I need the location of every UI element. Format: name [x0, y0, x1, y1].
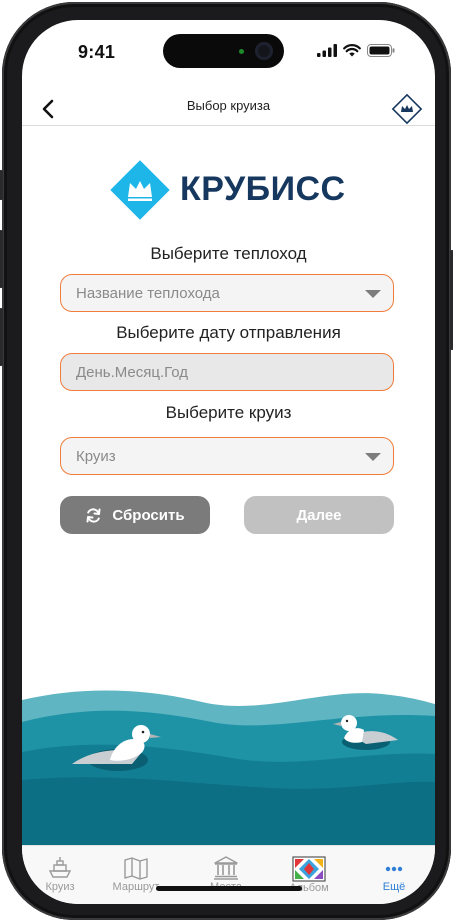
page-title: Выбор круиза	[186, 98, 271, 113]
volume-down-button	[0, 308, 3, 366]
reset-button[interactable]: Сбросить	[60, 496, 210, 534]
wifi-icon	[343, 44, 361, 57]
next-button[interactable]: Далее	[244, 496, 394, 534]
nav-bar: Выбор круиза	[22, 92, 435, 126]
brand-logo-icon	[110, 160, 170, 220]
brand-header: КРУБИСС	[110, 160, 350, 220]
home-indicator[interactable]	[156, 886, 302, 891]
sea-illustration	[22, 690, 435, 845]
date-input-placeholder: День.Месяц.Год	[76, 363, 189, 381]
status-icons	[317, 44, 395, 57]
battery-icon	[367, 44, 395, 57]
status-time: 9:41	[78, 42, 116, 62]
museum-icon	[214, 856, 238, 880]
reset-button-label: Сбросить	[112, 506, 185, 524]
cruise-label: Выберите круиз	[165, 403, 292, 422]
screen: 9:41 Выбор круиза КРУБИСС Выберите тепло…	[22, 20, 435, 904]
next-button-label: Далее	[296, 506, 342, 524]
date-input[interactable]: День.Месяц.Год	[60, 353, 394, 391]
ship-select[interactable]: Название теплохода	[60, 274, 394, 312]
status-bar: 9:41	[22, 20, 435, 90]
chevron-down-icon	[365, 453, 381, 461]
tab-cruise-label: Круиз	[45, 881, 75, 893]
more-icon	[385, 866, 403, 872]
ship-select-placeholder: Название теплохода	[76, 284, 220, 302]
dynamic-island	[163, 34, 284, 68]
tab-more-label: Ещё	[382, 881, 406, 893]
chevron-down-icon	[365, 290, 381, 298]
privacy-indicator	[239, 49, 244, 54]
ship-icon	[48, 857, 72, 878]
refresh-icon	[86, 507, 101, 523]
brand-logo-icon[interactable]	[391, 93, 423, 125]
map-icon	[124, 857, 148, 880]
ship-label: Выберите теплоход	[150, 244, 307, 263]
camera	[255, 42, 273, 60]
phone-frame: 9:41 Выбор круиза КРУБИСС Выберите тепло…	[0, 2, 453, 920]
volume-up-button	[0, 230, 3, 288]
album-icon	[292, 856, 326, 882]
signal-icon	[317, 44, 337, 57]
tab-cruise[interactable]: Круиз	[22, 856, 101, 893]
cruise-select-placeholder: Круиз	[76, 447, 116, 465]
silent-switch	[0, 170, 3, 200]
tab-more[interactable]: Ещё	[353, 856, 435, 893]
tab-bar: Круиз Маршрут Альбом Ещё	[22, 845, 435, 904]
brand-name: КРУБИСС	[180, 170, 346, 208]
date-label: Выберите дату отправления	[116, 323, 341, 342]
cruise-select[interactable]: Круиз	[60, 437, 394, 475]
tab-route-label: Маршрут	[112, 881, 160, 893]
